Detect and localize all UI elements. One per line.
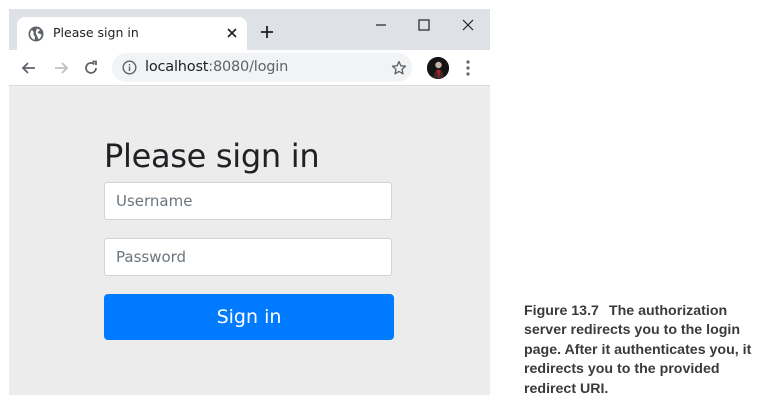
url-text: localhost:8080/login (145, 59, 288, 75)
browser-toolbar: localhost:8080/login (9, 50, 490, 86)
window-close-icon[interactable] (460, 17, 476, 33)
back-arrow-icon[interactable] (20, 59, 38, 77)
url-host: localhost (145, 59, 209, 75)
address-bar[interactable]: localhost:8080/login (112, 53, 412, 82)
menu-dots-icon[interactable] (463, 59, 473, 77)
url-path: :8080/login (208, 59, 289, 75)
browser-window: Please sign in localhost:8080/login Plea… (9, 9, 490, 395)
figure-caption: Figure 13.7 The authorization server redi… (524, 302, 756, 399)
username-input[interactable] (104, 182, 392, 220)
page-title: Please sign in (104, 137, 320, 175)
forward-arrow-icon[interactable] (52, 59, 70, 77)
info-icon[interactable] (122, 60, 137, 75)
avatar-image (427, 57, 449, 79)
reload-icon[interactable] (82, 59, 100, 77)
globe-icon (28, 26, 44, 42)
avatar[interactable] (427, 57, 449, 79)
close-icon[interactable] (226, 27, 238, 39)
password-input[interactable] (104, 238, 392, 276)
tab-title: Please sign in (53, 25, 139, 40)
figure-label: Figure 13.7 (524, 303, 599, 319)
plus-icon[interactable] (260, 25, 274, 39)
star-icon[interactable] (391, 60, 407, 76)
sign-in-button[interactable]: Sign in (104, 294, 394, 340)
tab-strip: Please sign in (9, 9, 490, 50)
maximize-icon[interactable] (416, 17, 432, 33)
minimize-icon[interactable] (373, 17, 389, 33)
active-tab[interactable]: Please sign in (17, 17, 247, 50)
